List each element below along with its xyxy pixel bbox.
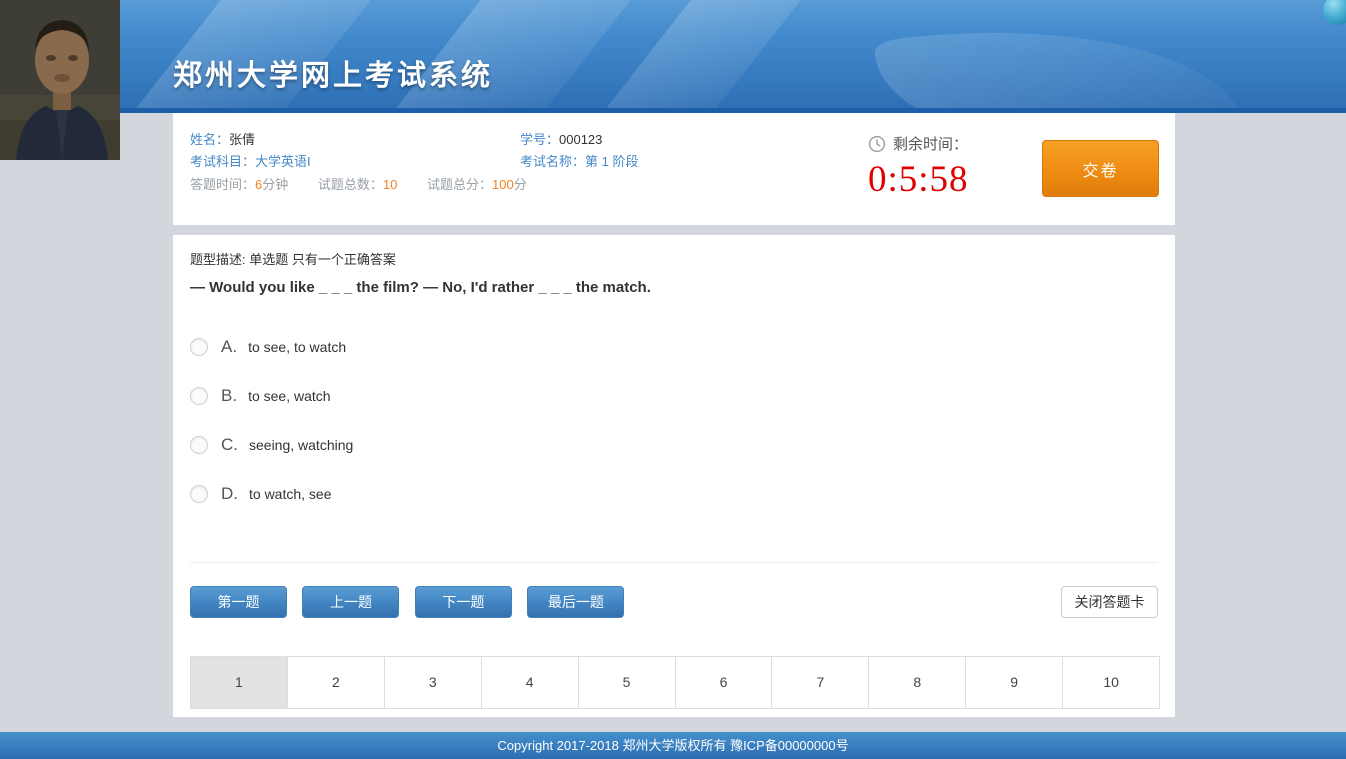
close-answer-card-button[interactable]: 关闭答题卡 bbox=[1061, 586, 1158, 618]
subject-value: 大学英语I bbox=[255, 154, 311, 169]
clock-icon bbox=[868, 135, 886, 153]
option-b[interactable]: B. to see, watch bbox=[190, 386, 331, 406]
exam-info-panel: 姓名：张倩 考试科目：大学英语I 学号：000123 考试名称：第 1 阶段 答… bbox=[173, 113, 1175, 225]
question-number-cell[interactable]: 9 bbox=[966, 657, 1063, 708]
timer-value: 0:5:58 bbox=[868, 158, 969, 201]
student-id-label: 学号： bbox=[520, 132, 559, 147]
header-decoration bbox=[874, 4, 1247, 113]
radio-button[interactable] bbox=[190, 387, 208, 405]
student-id-value: 000123 bbox=[559, 132, 602, 147]
question-number-cell[interactable]: 2 bbox=[288, 657, 385, 708]
radio-button[interactable] bbox=[190, 338, 208, 356]
option-letter: B. bbox=[221, 386, 237, 406]
name-value: 张倩 bbox=[229, 132, 255, 147]
sphere-decoration-icon bbox=[1323, 0, 1346, 25]
option-text: seeing, watching bbox=[249, 437, 353, 453]
stat-total-score: 试题总分：100分 bbox=[427, 177, 527, 192]
question-nav: 第一题 上一题 下一题 最后一题 关闭答题卡 bbox=[190, 586, 1158, 618]
exam-stats: 答题时间：6分钟 试题总数：10 试题总分：100分 bbox=[190, 174, 553, 193]
option-text: to watch, see bbox=[249, 486, 332, 502]
question-number-cell[interactable]: 1 bbox=[191, 657, 288, 708]
option-a[interactable]: A. to see, to watch bbox=[190, 337, 346, 357]
radio-button[interactable] bbox=[190, 485, 208, 503]
exam-page: 郑州大学网上考试系统 姓名：张倩 考试科目：大学英语I 学号：000123 bbox=[0, 0, 1346, 759]
option-letter: D. bbox=[221, 484, 238, 504]
question-number-cell[interactable]: 7 bbox=[772, 657, 869, 708]
stat-duration: 答题时间：6分钟 bbox=[190, 177, 292, 192]
header: 郑州大学网上考试系统 bbox=[0, 0, 1346, 113]
exam-name-label: 考试名称： bbox=[520, 154, 585, 169]
radio-button[interactable] bbox=[190, 436, 208, 454]
option-d[interactable]: D. to watch, see bbox=[190, 484, 332, 504]
webcam-feed bbox=[0, 0, 120, 160]
previous-question-button[interactable]: 上一题 bbox=[302, 586, 399, 618]
question-number-grid: 1 2 3 4 5 6 7 8 9 10 bbox=[190, 656, 1160, 709]
subject-label: 考试科目： bbox=[190, 154, 255, 169]
name-label: 姓名： bbox=[190, 132, 229, 147]
last-question-button[interactable]: 最后一题 bbox=[527, 586, 624, 618]
first-question-button[interactable]: 第一题 bbox=[190, 586, 287, 618]
question-number-cell[interactable]: 4 bbox=[482, 657, 579, 708]
next-question-button[interactable]: 下一题 bbox=[415, 586, 512, 618]
stat-total-questions: 试题总数：10 bbox=[318, 177, 401, 192]
option-text: to see, to watch bbox=[248, 339, 346, 355]
question-number-cell[interactable]: 10 bbox=[1063, 657, 1159, 708]
question-number-cell[interactable]: 3 bbox=[385, 657, 482, 708]
option-letter: A. bbox=[221, 337, 237, 357]
exam-name-value: 第 1 阶段 bbox=[585, 154, 638, 169]
timer-label: 剩余时间： bbox=[893, 133, 968, 154]
option-letter: C. bbox=[221, 435, 238, 455]
exam-subject: 考试科目：大学英语I bbox=[190, 151, 311, 170]
exam-name: 考试名称：第 1 阶段 bbox=[520, 151, 638, 170]
footer-copyright: Copyright 2017-2018 郑州大学版权所有 豫ICP备000000… bbox=[0, 732, 1346, 759]
submit-exam-button[interactable]: 交卷 bbox=[1042, 140, 1159, 197]
option-text: to see, watch bbox=[248, 388, 331, 404]
question-number-cell[interactable]: 6 bbox=[676, 657, 773, 708]
question-number-cell[interactable]: 5 bbox=[579, 657, 676, 708]
student-id: 学号：000123 bbox=[520, 129, 602, 148]
remaining-time: 剩余时间： 0:5:58 bbox=[868, 133, 969, 201]
question-panel: 题型描述: 单选题 只有一个正确答案 — Would you like _ _ … bbox=[173, 235, 1175, 717]
student-name: 姓名：张倩 bbox=[190, 129, 255, 148]
question-number-cell[interactable]: 8 bbox=[869, 657, 966, 708]
option-c[interactable]: C. seeing, watching bbox=[190, 435, 353, 455]
divider bbox=[190, 562, 1158, 563]
question-text: — Would you like _ _ _ the film? — No, I… bbox=[190, 279, 651, 296]
question-type-description: 题型描述: 单选题 只有一个正确答案 bbox=[190, 249, 396, 268]
page-title: 郑州大学网上考试系统 bbox=[173, 52, 493, 94]
